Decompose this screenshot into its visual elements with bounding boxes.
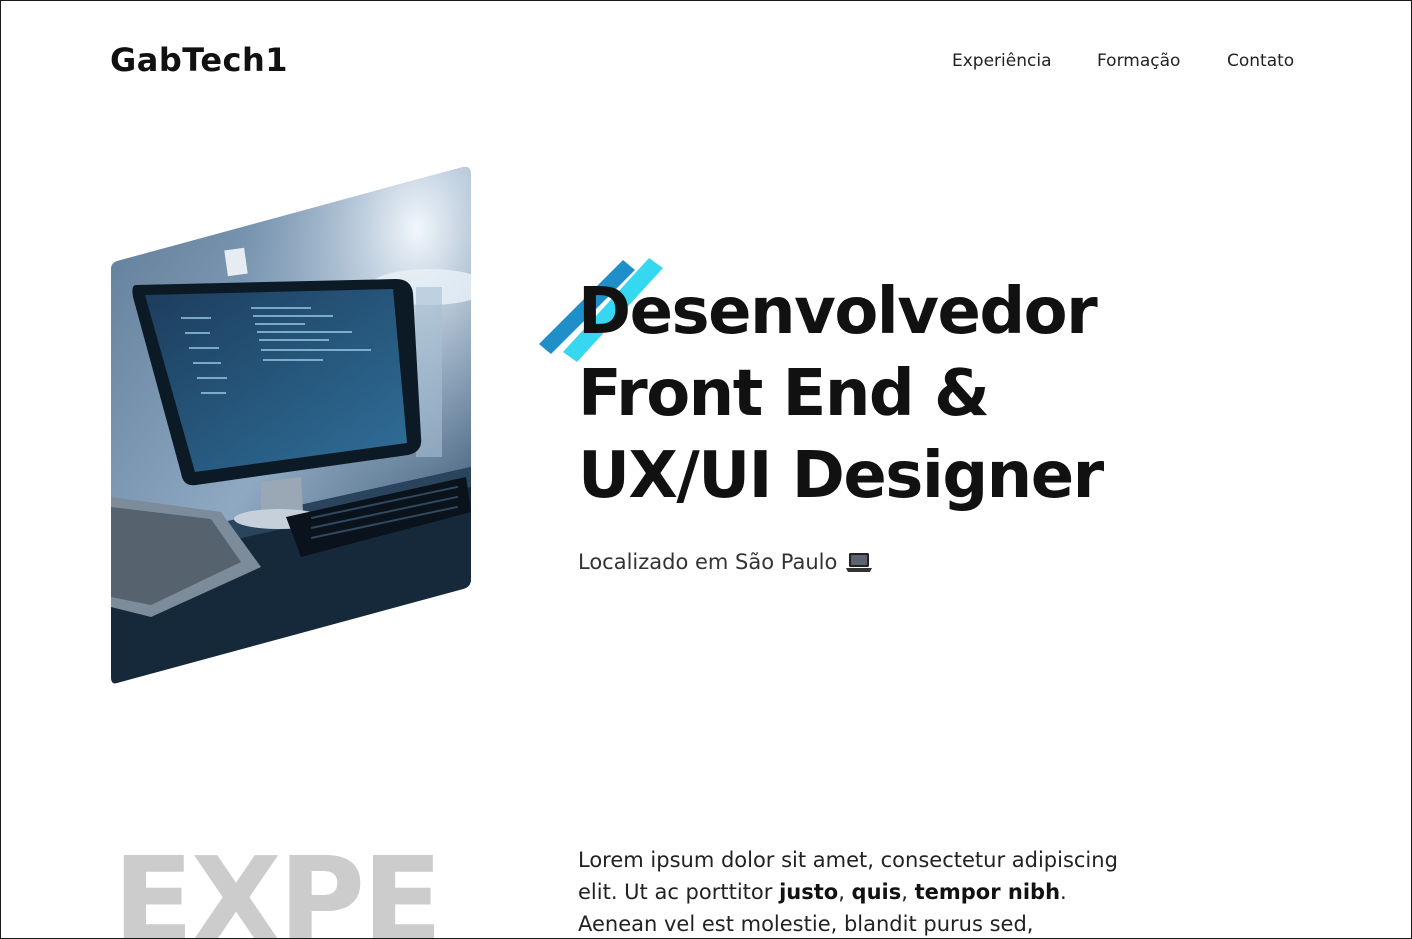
nav-link-experiencia[interactable]: Experiência: [952, 51, 1052, 71]
page-frame: GabTech1 Experiência Formação Contato De…: [0, 0, 1412, 939]
para-bold-2: quis: [851, 880, 902, 904]
para-bold-1: justo: [779, 880, 839, 904]
para-bold-3: tempor nibh: [914, 880, 1061, 904]
hero-photo: [111, 167, 471, 684]
headline-line-3: UX/UI Designer: [578, 439, 1104, 513]
hero-headline: Desenvolvedor Front End & UX/UI Designer: [578, 271, 1138, 517]
para-text-2: ,: [838, 880, 852, 904]
location-line: Localizado em São Paulo: [578, 550, 873, 574]
experience-paragraph: Lorem ipsum dolor sit amet, consectetur …: [578, 844, 1138, 938]
headline-line-1: Desenvolvedor: [578, 275, 1098, 349]
experience-heading: EXPE: [113, 831, 443, 939]
para-text-3: ,: [901, 880, 915, 904]
site-logo[interactable]: GabTech1: [110, 41, 288, 79]
location-text: Localizado em São Paulo: [578, 550, 838, 574]
nav-link-contato[interactable]: Contato: [1227, 51, 1294, 71]
laptop-icon: [846, 553, 873, 572]
headline-line-2: Front End &: [578, 357, 990, 431]
nav-link-formacao[interactable]: Formação: [1097, 51, 1180, 71]
